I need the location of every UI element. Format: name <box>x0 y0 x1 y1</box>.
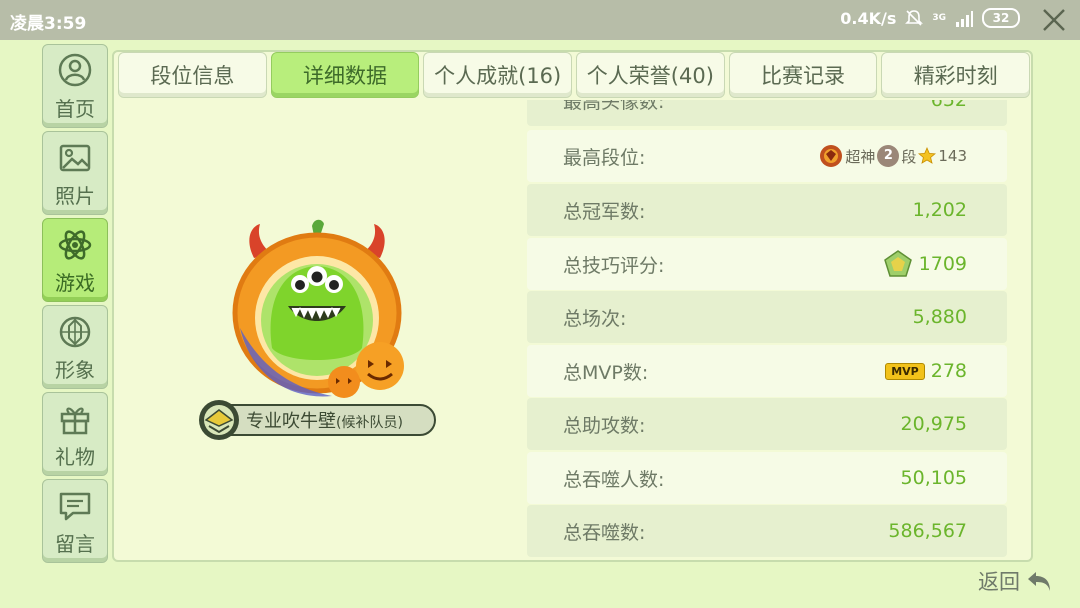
rank-crest-icon <box>820 145 843 167</box>
stat-value: 20,975 <box>900 413 967 435</box>
player-title: 专业吹牛壁(候补队员) <box>246 407 403 433</box>
rank-level-badge: 2 <box>877 145 900 167</box>
photo-icon <box>59 144 91 171</box>
title-sub: (候补队员) <box>336 415 403 431</box>
sidebar-item-label: 留言 <box>55 531 95 556</box>
mvp-badge: MVP <box>885 362 925 380</box>
gift-icon <box>60 407 90 434</box>
sidebar-item-home[interactable]: 首页 <box>42 44 108 128</box>
status-time: 凌晨3:59 <box>10 14 87 34</box>
title-main: 专业吹牛壁 <box>246 411 336 432</box>
sidebar-item-label: 礼物 <box>55 444 95 469</box>
star-icon <box>918 147 937 164</box>
signal-icon <box>956 11 973 27</box>
sidebar-item-label: 照片 <box>55 183 95 208</box>
stat-row: 总吞噬人数: 50,105 <box>527 452 1007 504</box>
stat-row: 最高头像数: 652 <box>527 100 1007 126</box>
sidebar-item-photos[interactable]: 照片 <box>42 131 108 215</box>
stat-value-with-icon: 1709 <box>883 249 967 279</box>
stat-row: 总MVP数: MVP 278 <box>527 345 1007 397</box>
rank-suffix: 段 <box>901 147 917 166</box>
tab-highlights[interactable]: 精彩时刻 <box>881 52 1031 98</box>
stat-value: 1,202 <box>912 199 967 221</box>
avatar-icon <box>59 316 91 347</box>
back-button[interactable]: 返回 <box>978 566 1054 596</box>
stat-value: 652 <box>930 100 967 111</box>
player-avatar[interactable] <box>222 218 412 408</box>
tab-honors[interactable]: 个人荣誉(40) <box>576 52 725 98</box>
stat-row: 总场次: 5,880 <box>527 291 1007 343</box>
home-icon <box>58 53 92 86</box>
stat-value: 50,105 <box>900 467 967 489</box>
stat-value-with-icon: MVP 278 <box>885 360 967 382</box>
back-arrow-icon <box>1028 572 1050 591</box>
sidebar-item-game[interactable]: 游戏 <box>42 218 108 302</box>
sidebar-item-message[interactable]: 留言 <box>42 479 108 563</box>
tab-match-history[interactable]: 比赛记录 <box>728 52 878 98</box>
stats-list: 最高头像数: 652 最高段位: 超神 2 段 143 总冠军数: 1,202 … <box>527 100 1007 558</box>
stat-label: 总冠军数: <box>563 200 646 223</box>
network-speed: 0.4K/s <box>840 8 897 28</box>
stat-label: 总场次: <box>563 307 627 330</box>
mute-bell-icon <box>905 10 924 26</box>
stat-value: 586,567 <box>888 520 967 542</box>
tab-achievements[interactable]: 个人成就(16) <box>423 52 573 98</box>
skill-pentagon-icon <box>883 250 912 277</box>
stat-label: 总吞噬人数: <box>563 468 665 491</box>
sidebar-item-label: 游戏 <box>55 270 95 295</box>
rank-stars: 143 <box>938 147 967 165</box>
stat-row: 最高段位: 超神 2 段 143 <box>527 130 1007 182</box>
stat-label: 总助攻数: <box>563 414 646 437</box>
stat-label: 总技巧评分: <box>563 254 665 277</box>
skill-score: 1709 <box>918 253 967 275</box>
close-icon[interactable] <box>1040 6 1068 34</box>
sidebar-item-label: 首页 <box>55 96 95 121</box>
tab-bar: 段位信息 详细数据 个人成就(16) 个人荣誉(40) 比赛记录 精彩时刻 <box>118 52 1031 100</box>
status-bar: 凌晨3:59 0.4K/s 3G 32 <box>0 0 1080 40</box>
sidebar-item-gift[interactable]: 礼物 <box>42 392 108 476</box>
stat-label: 总吞噬数: <box>563 521 646 544</box>
mvp-count: 278 <box>930 360 967 382</box>
atom-icon <box>58 229 92 260</box>
stat-label: 最高段位: <box>563 146 646 169</box>
highest-rank: 超神 2 段 143 <box>819 144 967 168</box>
stat-label: 总MVP数: <box>563 361 649 384</box>
message-icon <box>59 492 91 520</box>
status-right: 0.4K/s 3G 32 <box>840 8 1020 28</box>
stat-value: 5,880 <box>912 306 967 328</box>
stat-row: 总冠军数: 1,202 <box>527 184 1007 236</box>
tab-rank-info[interactable]: 段位信息 <box>118 52 267 98</box>
tab-detailed-data[interactable]: 详细数据 <box>270 52 420 98</box>
pumpkin-frame-icon <box>232 219 404 398</box>
stat-label: 最高头像数: <box>563 100 665 113</box>
back-label: 返回 <box>978 570 1020 594</box>
rank-tier: 超神 <box>845 147 876 166</box>
battery-indicator: 32 <box>982 8 1020 28</box>
stat-row: 总助攻数: 20,975 <box>527 398 1007 450</box>
network-type: 3G <box>932 12 946 23</box>
stat-row: 总吞噬数: 586,567 <box>527 505 1007 557</box>
sidebar-item-label: 形象 <box>55 357 95 382</box>
stat-row: 总技巧评分: 1709 <box>527 238 1007 290</box>
rank-emblem-icon <box>199 400 239 440</box>
sidebar-item-avatar[interactable]: 形象 <box>42 305 108 389</box>
